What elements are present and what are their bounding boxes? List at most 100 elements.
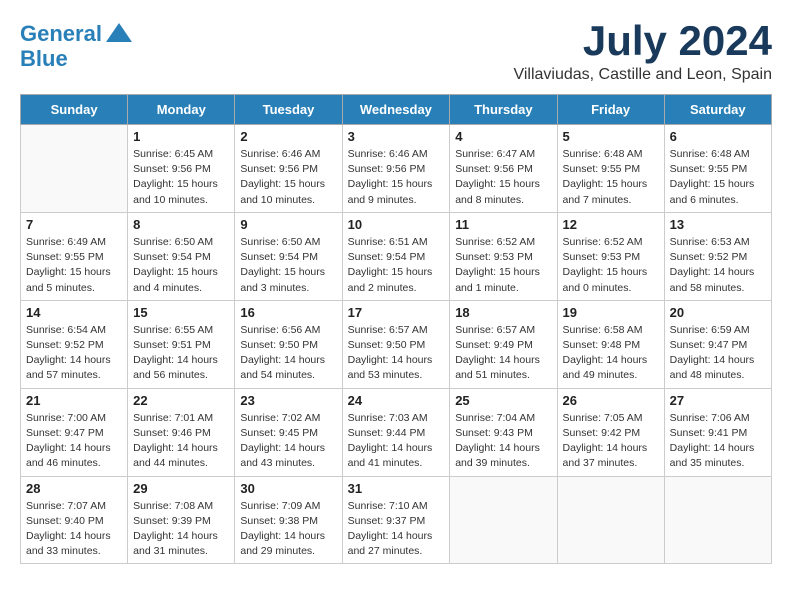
calendar-cell: 5Sunrise: 6:48 AMSunset: 9:55 PMDaylight… — [557, 125, 664, 213]
page-header: General Blue July 2024 Villaviudas, Cast… — [20, 20, 772, 84]
day-info: Sunrise: 7:09 AMSunset: 9:38 PMDaylight:… — [240, 499, 336, 560]
day-number: 9 — [240, 217, 336, 232]
day-number: 19 — [563, 305, 659, 320]
day-info: Sunrise: 7:02 AMSunset: 9:45 PMDaylight:… — [240, 411, 336, 472]
day-number: 13 — [670, 217, 766, 232]
logo-icon — [104, 20, 134, 50]
calendar-cell: 10 Sunrise: 6:51 AMSunset: 9:54 PMDayligh… — [342, 212, 450, 300]
day-info: Sunrise: 7:10 AMSunset: 9:37 PMDaylight:… — [348, 499, 445, 560]
day-number: 7 — [26, 217, 122, 232]
calendar-cell: 20 Sunrise: 6:59 AMSunset: 9:47 PMDayligh… — [664, 300, 771, 388]
day-number: 17 — [348, 305, 445, 320]
day-info: Sunrise: 6:46 AMSunset: 9:56 PMDaylight:… — [348, 147, 445, 208]
calendar-cell: 29 Sunrise: 7:08 AMSunset: 9:39 PMDayligh… — [128, 476, 235, 564]
calendar-cell: 21Sunrise: 7:00 AMSunset: 9:47 PMDayligh… — [21, 388, 128, 476]
day-number: 4 — [455, 129, 551, 144]
day-info: Sunrise: 6:53 AMSunset: 9:52 PMDaylight:… — [670, 235, 766, 296]
day-info: Sunrise: 6:58 AMSunset: 9:48 PMDaylight:… — [563, 323, 659, 384]
day-info: Sunrise: 6:51 AMSunset: 9:54 PMDaylight:… — [348, 235, 445, 296]
day-info: Sunrise: 7:01 AMSunset: 9:46 PMDaylight:… — [133, 411, 229, 472]
weekday-header-monday: Monday — [128, 95, 235, 125]
calendar-cell: 18 Sunrise: 6:57 AMSunset: 9:49 PMDayligh… — [450, 300, 557, 388]
day-number: 20 — [670, 305, 766, 320]
calendar-cell: 31 Sunrise: 7:10 AMSunset: 9:37 PMDayligh… — [342, 476, 450, 564]
calendar-cell: 16 Sunrise: 6:56 AMSunset: 9:50 PMDayligh… — [235, 300, 342, 388]
calendar-body: 1Sunrise: 6:45 AMSunset: 9:56 PMDaylight… — [21, 125, 772, 564]
calendar-cell: 6 Sunrise: 6:48 AMSunset: 9:55 PMDaylight… — [664, 125, 771, 213]
day-info: Sunrise: 7:07 AMSunset: 9:40 PMDaylight:… — [26, 499, 122, 560]
day-number: 14 — [26, 305, 122, 320]
day-number: 6 — [670, 129, 766, 144]
calendar-cell: 14 Sunrise: 6:54 AMSunset: 9:52 PMDayligh… — [21, 300, 128, 388]
calendar-cell: 9 Sunrise: 6:50 AMSunset: 9:54 PMDaylight… — [235, 212, 342, 300]
weekday-header-friday: Friday — [557, 95, 664, 125]
calendar-cell — [557, 476, 664, 564]
calendar-cell: 27Sunrise: 7:06 AMSunset: 9:41 PMDayligh… — [664, 388, 771, 476]
calendar-cell: 19 Sunrise: 6:58 AMSunset: 9:48 PMDayligh… — [557, 300, 664, 388]
day-number: 12 — [563, 217, 659, 232]
calendar-cell: 4 Sunrise: 6:47 AMSunset: 9:56 PMDaylight… — [450, 125, 557, 213]
day-info: Sunrise: 6:54 AMSunset: 9:52 PMDaylight:… — [26, 323, 122, 384]
day-info: Sunrise: 6:50 AMSunset: 9:54 PMDaylight:… — [133, 235, 229, 296]
day-info: Sunrise: 6:56 AMSunset: 9:50 PMDaylight:… — [240, 323, 336, 384]
calendar-table: SundayMondayTuesdayWednesdayThursdayFrid… — [20, 94, 772, 564]
day-number: 16 — [240, 305, 336, 320]
week-row-1: 1Sunrise: 6:45 AMSunset: 9:56 PMDaylight… — [21, 125, 772, 213]
weekday-header-row: SundayMondayTuesdayWednesdayThursdayFrid… — [21, 95, 772, 125]
calendar-cell — [21, 125, 128, 213]
day-number: 18 — [455, 305, 551, 320]
day-info: Sunrise: 7:03 AMSunset: 9:44 PMDaylight:… — [348, 411, 445, 472]
day-number: 15 — [133, 305, 229, 320]
day-info: Sunrise: 6:49 AMSunset: 9:55 PMDaylight:… — [26, 235, 122, 296]
day-info: Sunrise: 6:55 AMSunset: 9:51 PMDaylight:… — [133, 323, 229, 384]
calendar-cell: 23Sunrise: 7:02 AMSunset: 9:45 PMDayligh… — [235, 388, 342, 476]
week-row-5: 28 Sunrise: 7:07 AMSunset: 9:40 PMDayligh… — [21, 476, 772, 564]
day-info: Sunrise: 6:48 AMSunset: 9:55 PMDaylight:… — [563, 147, 659, 208]
calendar-cell: 26 Sunrise: 7:05 AMSunset: 9:42 PMDayligh… — [557, 388, 664, 476]
calendar-cell: 12 Sunrise: 6:52 AMSunset: 9:53 PMDayligh… — [557, 212, 664, 300]
day-info: Sunrise: 7:08 AMSunset: 9:39 PMDaylight:… — [133, 499, 229, 560]
day-number: 31 — [348, 481, 445, 496]
day-number: 29 — [133, 481, 229, 496]
weekday-header-saturday: Saturday — [664, 95, 771, 125]
calendar-cell: 1Sunrise: 6:45 AMSunset: 9:56 PMDaylight… — [128, 125, 235, 213]
calendar-cell: 7 Sunrise: 6:49 AMSunset: 9:55 PMDaylight… — [21, 212, 128, 300]
day-info: Sunrise: 6:47 AMSunset: 9:56 PMDaylight:… — [455, 147, 551, 208]
calendar-cell: 3 Sunrise: 6:46 AMSunset: 9:56 PMDaylight… — [342, 125, 450, 213]
day-info: Sunrise: 7:05 AMSunset: 9:42 PMDaylight:… — [563, 411, 659, 472]
day-number: 30 — [240, 481, 336, 496]
calendar-cell — [664, 476, 771, 564]
logo: General Blue — [20, 20, 136, 72]
day-number: 28 — [26, 481, 122, 496]
day-number: 8 — [133, 217, 229, 232]
weekday-header-tuesday: Tuesday — [235, 95, 342, 125]
day-number: 3 — [348, 129, 445, 144]
weekday-header-thursday: Thursday — [450, 95, 557, 125]
day-info: Sunrise: 6:46 AMSunset: 9:56 PMDaylight:… — [240, 147, 336, 208]
calendar-cell: 11Sunrise: 6:52 AMSunset: 9:53 PMDayligh… — [450, 212, 557, 300]
calendar-cell — [450, 476, 557, 564]
weekday-header-sunday: Sunday — [21, 95, 128, 125]
day-number: 22 — [133, 393, 229, 408]
week-row-4: 21Sunrise: 7:00 AMSunset: 9:47 PMDayligh… — [21, 388, 772, 476]
day-number: 10 — [348, 217, 445, 232]
calendar-cell: 24Sunrise: 7:03 AMSunset: 9:44 PMDayligh… — [342, 388, 450, 476]
calendar-cell: 25Sunrise: 7:04 AMSunset: 9:43 PMDayligh… — [450, 388, 557, 476]
day-number: 26 — [563, 393, 659, 408]
day-number: 1 — [133, 129, 229, 144]
day-info: Sunrise: 6:48 AMSunset: 9:55 PMDaylight:… — [670, 147, 766, 208]
day-info: Sunrise: 6:50 AMSunset: 9:54 PMDaylight:… — [240, 235, 336, 296]
calendar-cell: 30 Sunrise: 7:09 AMSunset: 9:38 PMDayligh… — [235, 476, 342, 564]
location: Villaviudas, Castille and Leon, Spain — [513, 66, 772, 84]
day-number: 2 — [240, 129, 336, 144]
day-info: Sunrise: 6:59 AMSunset: 9:47 PMDaylight:… — [670, 323, 766, 384]
weekday-header-wednesday: Wednesday — [342, 95, 450, 125]
calendar-cell: 15 Sunrise: 6:55 AMSunset: 9:51 PMDayligh… — [128, 300, 235, 388]
day-number: 27 — [670, 393, 766, 408]
day-number: 11 — [455, 217, 551, 232]
calendar-cell: 8 Sunrise: 6:50 AMSunset: 9:54 PMDaylight… — [128, 212, 235, 300]
day-info: Sunrise: 7:00 AMSunset: 9:47 PMDaylight:… — [26, 411, 122, 472]
day-info: Sunrise: 6:52 AMSunset: 9:53 PMDaylight:… — [563, 235, 659, 296]
day-info: Sunrise: 6:57 AMSunset: 9:49 PMDaylight:… — [455, 323, 551, 384]
week-row-2: 7 Sunrise: 6:49 AMSunset: 9:55 PMDaylight… — [21, 212, 772, 300]
